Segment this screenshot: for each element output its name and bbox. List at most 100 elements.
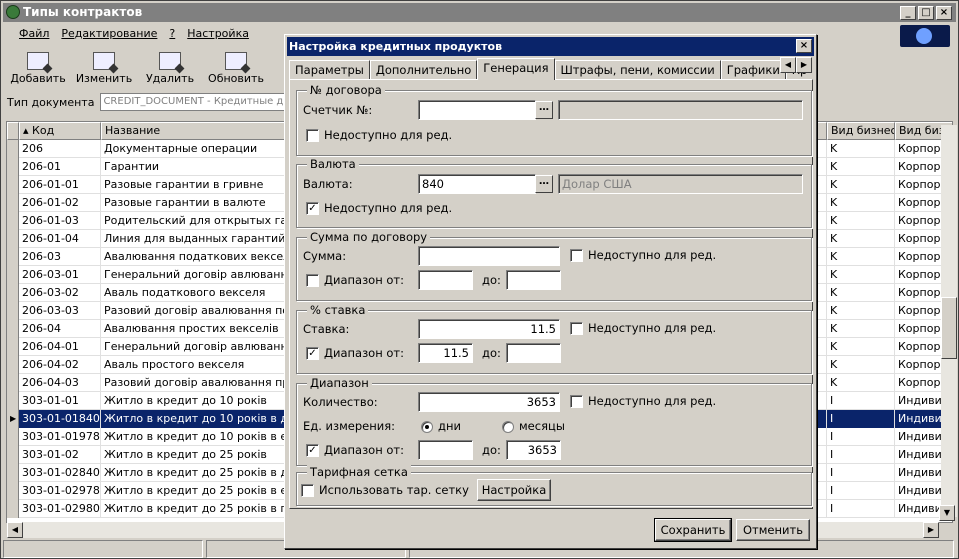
tariff-settings-button[interactable]: Настройка bbox=[477, 479, 551, 501]
cell-business: K bbox=[827, 374, 895, 392]
credit-products-dialog: Настройка кредитных продуктов × Параметр… bbox=[284, 34, 817, 549]
currency-code-input[interactable]: 840 bbox=[418, 174, 536, 194]
tariff-use-label: Использовать тар. сетку bbox=[319, 483, 469, 497]
term-from-input[interactable] bbox=[418, 440, 473, 460]
app-icon bbox=[6, 5, 20, 19]
tab-parameters[interactable]: Параметры bbox=[289, 60, 370, 80]
cell-business: K bbox=[827, 212, 895, 230]
currency-lookup-button[interactable]: … bbox=[535, 175, 553, 193]
row-indicator bbox=[7, 374, 19, 392]
tariff-use-checkbox[interactable] bbox=[301, 484, 314, 497]
tab-penalties[interactable]: Штрафы, пени, комиссии bbox=[554, 60, 721, 80]
term-range-checkbox[interactable]: ✓ bbox=[306, 444, 319, 457]
rate-input[interactable]: 11.5 bbox=[418, 319, 560, 339]
currency-label: Валюта: bbox=[303, 177, 353, 191]
dialog-tabs: Параметры Дополнительно Генерация Штрафы… bbox=[289, 58, 809, 80]
refresh-doc-icon bbox=[225, 52, 247, 70]
cell-business: I bbox=[827, 392, 895, 410]
cell-code: 303-01-02980 bbox=[19, 500, 101, 518]
rate-from-input[interactable]: 11.5 bbox=[418, 343, 473, 363]
cell-code: 206-04-03 bbox=[19, 374, 101, 392]
cell-business: K bbox=[827, 266, 895, 284]
amount-to-input[interactable] bbox=[506, 270, 561, 290]
amount-group-title: Сумма по договору bbox=[307, 230, 431, 244]
cell-code: 206-03-03 bbox=[19, 302, 101, 320]
cell-business: K bbox=[827, 230, 895, 248]
close-button[interactable]: × bbox=[936, 6, 952, 20]
col-name-header[interactable]: Название bbox=[101, 122, 285, 140]
row-indicator bbox=[7, 248, 19, 266]
currency-locked-checkbox[interactable]: ✓ bbox=[306, 202, 319, 215]
quantity-locked-checkbox[interactable] bbox=[570, 395, 583, 408]
counter-input[interactable] bbox=[418, 100, 536, 120]
tab-schedules[interactable]: Графики bbox=[720, 60, 786, 80]
cell-code: 206-01-02 bbox=[19, 194, 101, 212]
scroll-right-icon[interactable]: ▶ bbox=[923, 522, 939, 538]
cell-name: Аваль простого векселя bbox=[101, 356, 285, 374]
cell-name: Разовий договір авалювання пода bbox=[101, 302, 285, 320]
save-button[interactable]: Сохранить bbox=[654, 518, 732, 542]
cell-business: I bbox=[827, 410, 895, 428]
cell-name: Гарантии bbox=[101, 158, 285, 176]
delete-doc-icon bbox=[159, 52, 181, 70]
tab-additional[interactable]: Дополнительно bbox=[369, 60, 478, 80]
term-range-group: Диапазон Количество: 3653 Недоступно для… bbox=[296, 376, 812, 466]
dialog-title: Настройка кредитных продуктов bbox=[289, 40, 503, 53]
cell-business: K bbox=[827, 338, 895, 356]
refresh-button[interactable]: Обновить bbox=[205, 47, 267, 87]
delete-button[interactable]: Удалить bbox=[139, 47, 201, 87]
contract-locked-checkbox[interactable] bbox=[306, 129, 319, 142]
cell-business: I bbox=[827, 464, 895, 482]
counter-lookup-button[interactable]: … bbox=[535, 101, 553, 119]
menu-help[interactable]: ? bbox=[169, 25, 175, 43]
edit-doc-icon bbox=[93, 52, 115, 70]
doc-type-select[interactable]: CREDIT_DOCUMENT - Кредитные д bbox=[100, 93, 291, 111]
minimize-button[interactable]: _ bbox=[900, 6, 916, 20]
term-range-label: Диапазон от: bbox=[324, 443, 405, 457]
col-business-header[interactable]: Вид бизнеса bbox=[827, 122, 895, 140]
menu-file[interactable]: Файл bbox=[19, 25, 49, 43]
grid-indicator-header bbox=[7, 122, 19, 140]
unit-months-radio[interactable] bbox=[502, 421, 514, 433]
cell-name: Житло в кредит до 10 років в евро bbox=[101, 428, 285, 446]
rate-to-label: до: bbox=[482, 346, 501, 360]
amount-locked-checkbox[interactable] bbox=[570, 249, 583, 262]
cell-code: 206-03-02 bbox=[19, 284, 101, 302]
rate-to-input[interactable] bbox=[506, 343, 561, 363]
cell-name: Документарные операции bbox=[101, 140, 285, 158]
cancel-button[interactable]: Отменить bbox=[736, 519, 810, 541]
amount-range-checkbox[interactable] bbox=[306, 274, 319, 287]
scroll-left-icon[interactable]: ◀ bbox=[7, 522, 23, 538]
amount-group: Сумма по договору Сумма: Недоступно для … bbox=[296, 230, 812, 301]
tab-scroll-left-icon[interactable]: ◀ bbox=[780, 57, 796, 73]
contract-number-group-title: № договора bbox=[307, 83, 385, 97]
term-to-input[interactable]: 3653 bbox=[506, 440, 561, 460]
tab-generation[interactable]: Генерация bbox=[477, 58, 555, 80]
edit-button[interactable]: Изменить bbox=[73, 47, 135, 87]
unit-days-radio[interactable] bbox=[421, 421, 433, 433]
col-code-header[interactable]: ▴ Код bbox=[19, 122, 101, 140]
scroll-down-icon[interactable]: ▼ bbox=[939, 505, 955, 521]
cell-code: 206-03-01 bbox=[19, 266, 101, 284]
cell-code: 206 bbox=[19, 140, 101, 158]
cell-business: K bbox=[827, 356, 895, 374]
term-to-label: до: bbox=[482, 443, 501, 457]
amount-from-input[interactable] bbox=[418, 270, 473, 290]
quantity-input[interactable]: 3653 bbox=[418, 392, 560, 412]
grid-vertical-scroll-thumb[interactable] bbox=[941, 297, 957, 359]
dialog-close-icon[interactable]: × bbox=[796, 39, 812, 53]
row-indicator bbox=[7, 176, 19, 194]
cell-business: K bbox=[827, 284, 895, 302]
cell-code: 206-01 bbox=[19, 158, 101, 176]
amount-input[interactable] bbox=[418, 246, 560, 266]
tab-scroll-arrows: ◀ ▶ bbox=[780, 57, 812, 73]
cell-code: 206-04-02 bbox=[19, 356, 101, 374]
add-button[interactable]: Добавить bbox=[7, 47, 69, 87]
tab-scroll-right-icon[interactable]: ▶ bbox=[796, 57, 812, 73]
maximize-button[interactable]: □ bbox=[918, 6, 934, 20]
amount-range-label: Диапазон от: bbox=[324, 273, 405, 287]
menu-edit[interactable]: Редактирование bbox=[61, 25, 157, 43]
rate-locked-checkbox[interactable] bbox=[570, 322, 583, 335]
menu-settings[interactable]: Настройка bbox=[187, 25, 249, 43]
rate-range-checkbox[interactable]: ✓ bbox=[306, 347, 319, 360]
